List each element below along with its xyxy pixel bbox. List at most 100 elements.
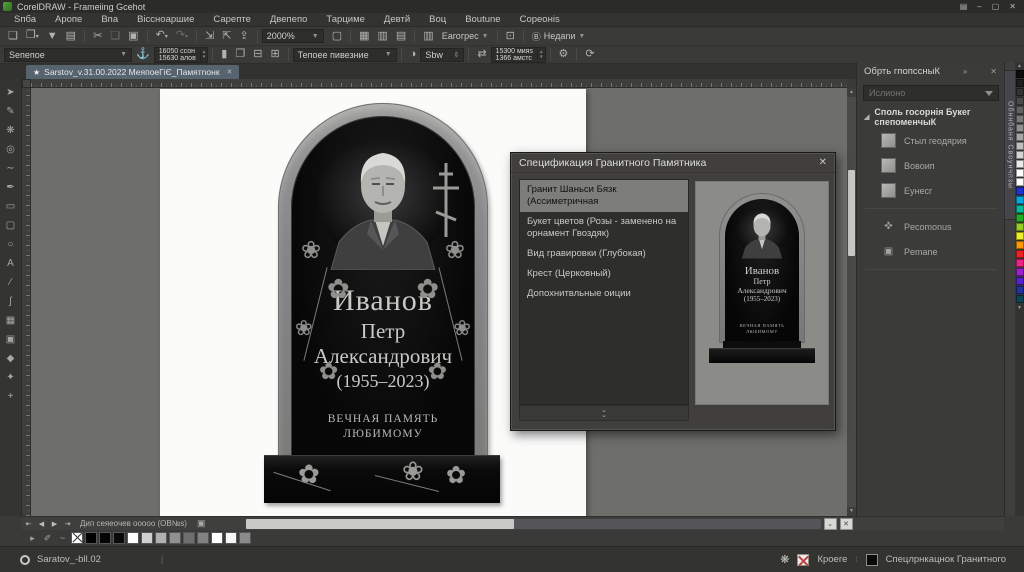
spec-list-item-0[interactable]: Гранит Шаньси Бязк (Ассиметричная — [520, 180, 688, 212]
next-page-button[interactable]: ▶ — [48, 520, 61, 528]
palette-swatch-8[interactable] — [1016, 142, 1024, 150]
rectangle-tool[interactable]: ▭ — [2, 197, 20, 216]
palette-swatch-13[interactable] — [1016, 187, 1024, 195]
page-portrait-icon[interactable]: ▮ — [217, 46, 231, 63]
apply-page-icon[interactable]: ⊟ — [249, 46, 266, 63]
doc-palette-swatch-0[interactable] — [71, 532, 83, 544]
docker-close-icon[interactable]: ✕ — [982, 67, 997, 76]
docker-style-item-1[interactable]: Вовоип — [857, 153, 1005, 178]
palette-swatch-12[interactable] — [1016, 178, 1024, 186]
print-icon[interactable]: ▤ — [62, 28, 80, 45]
doc-palette-swatch-12[interactable] — [239, 532, 251, 544]
scroll-close-button[interactable]: ✕ — [840, 518, 853, 530]
close-button[interactable]: ✕ — [1009, 2, 1016, 11]
docker-extra-item-0[interactable]: ✜Pecomonus — [857, 214, 1005, 239]
first-page-button[interactable]: ⇤ — [22, 520, 35, 528]
docker-search-box[interactable] — [863, 85, 999, 101]
preset-select[interactable]: Sепепое ▼ — [4, 48, 132, 62]
tab-close-icon[interactable]: ✕ — [227, 68, 233, 76]
angle-field[interactable]: Sbw ⇕ — [420, 48, 464, 62]
menu-item-4[interactable]: Сарепте — [213, 14, 251, 25]
recent-dropdown[interactable]: Ⓑ Недаnи ▼ — [528, 30, 590, 43]
menu-item-6[interactable]: Тарциме — [326, 14, 365, 25]
pick-tool[interactable]: ➤ — [2, 83, 20, 102]
columns-icon[interactable]: ▥ — [419, 28, 437, 45]
menu-item-8[interactable]: Воц — [429, 14, 446, 25]
smudge-tool[interactable]: ❋ — [2, 121, 20, 140]
palette-swatch-7[interactable] — [1016, 133, 1024, 141]
palette-swatch-14[interactable] — [1016, 196, 1024, 204]
menu-item-7[interactable]: Девтй — [384, 14, 410, 25]
menu-item-9[interactable]: Boutune — [465, 14, 500, 25]
menu-item-2[interactable]: Впа — [101, 14, 118, 25]
palette-scroll-up-icon[interactable]: ▲ — [1017, 62, 1022, 70]
page-grid-icon[interactable]: ▣ — [197, 518, 206, 529]
mirror-icon[interactable]: ⇄ — [473, 46, 490, 63]
minimize-button[interactable]: – — [977, 2, 981, 11]
restore-button[interactable]: ▢ — [992, 2, 1000, 11]
palette-swatch-4[interactable] — [1016, 106, 1024, 114]
palette-swatch-23[interactable] — [1016, 277, 1024, 285]
export-icon[interactable]: ⇱ — [218, 28, 235, 45]
line-tool[interactable]: ∕ — [2, 273, 20, 292]
palette-swatch-17[interactable] — [1016, 223, 1024, 231]
show-guides-icon[interactable]: ▤ — [392, 28, 410, 45]
palette-swatch-6[interactable] — [1016, 124, 1024, 132]
horizontal-scrollbar-thumb[interactable] — [246, 519, 514, 529]
rounded-rect-tool[interactable]: ▢ — [2, 216, 20, 235]
palette-swatch-18[interactable] — [1016, 232, 1024, 240]
vertical-scrollbar[interactable]: ▲ ▼ — [847, 88, 856, 516]
powerclip-tool[interactable]: ▣ — [2, 330, 20, 349]
spec-list-item-1[interactable]: Букет цветов (Розы - заменено на орнамен… — [520, 212, 688, 244]
doc-palette-swatch-3[interactable] — [113, 532, 125, 544]
units-select[interactable]: Тепоее пивезние ▼ — [293, 48, 397, 62]
palette-swatch-15[interactable] — [1016, 205, 1024, 213]
image-frame-tool[interactable]: ▦ — [2, 311, 20, 330]
list-scroll-more-button[interactable]: ⌄ ⌄ — [519, 405, 689, 421]
docker-style-item-2[interactable]: Еунесг — [857, 178, 1005, 203]
menu-item-0[interactable]: Sпба — [14, 14, 36, 25]
curve-tool[interactable]: ∼ — [2, 159, 20, 178]
palette-swatch-3[interactable] — [1016, 97, 1024, 105]
palette-swatch-20[interactable] — [1016, 250, 1024, 258]
ruler-origin[interactable] — [22, 79, 31, 88]
settings-gear-icon[interactable]: ⚙ — [555, 46, 573, 63]
fullscreen-icon[interactable]: ▢ — [328, 28, 346, 45]
menu-item-5[interactable]: Двепепо — [270, 14, 308, 25]
palette-swatch-1[interactable] — [1016, 79, 1024, 87]
document-tab[interactable]: ★ Sarstov_v.31.00.2022 МеяпоеГіЄ_Памятnо… — [26, 65, 239, 79]
docker-title-bar[interactable]: Обрть гпопссныК » ✕ — [857, 62, 1004, 80]
palette-swatch-21[interactable] — [1016, 259, 1024, 267]
copy-icon[interactable]: ❑ — [106, 28, 124, 45]
outline-color-swatch[interactable] — [797, 554, 809, 566]
redo-icon[interactable]: ↷▾ — [172, 27, 192, 46]
docker-section-header[interactable]: ◢ Споль госорнія Букег спепоменчыК — [857, 108, 1005, 126]
cut-icon[interactable]: ✂ — [89, 28, 106, 45]
doc-palette-swatch-8[interactable] — [183, 532, 195, 544]
palette-options-icon[interactable]: ~ — [56, 533, 69, 543]
position-spinner[interactable]: ▴▾ — [200, 50, 208, 60]
palette-swatch-24[interactable] — [1016, 286, 1024, 294]
save-icon[interactable]: ▼ — [43, 28, 62, 45]
palette-scroll-down-icon[interactable]: ▼ — [1017, 304, 1022, 312]
palette-swatch-2[interactable] — [1016, 88, 1024, 96]
artistic-media-tool[interactable]: ✒ — [2, 178, 20, 197]
add-tool-button[interactable]: + — [2, 387, 20, 406]
specification-list[interactable]: Гранит Шаньси Бязк (АссиметричнаяБукет ц… — [519, 179, 689, 405]
fill-tool[interactable]: ◆ — [2, 349, 20, 368]
horizontal-ruler[interactable] — [31, 79, 847, 88]
palette-pick-icon[interactable]: ▸ — [26, 533, 39, 544]
show-rulers-icon[interactable]: ▦ — [355, 28, 373, 45]
position-fields[interactable]: 16050 ссон 15630 алов ▴▾ — [154, 47, 209, 63]
new-document-icon[interactable]: ❏ — [4, 28, 22, 45]
dialog-close-button[interactable]: ✕ — [819, 157, 827, 168]
refresh-icon[interactable]: ⟳ — [581, 46, 598, 63]
zoom-tool[interactable]: ◎ — [2, 140, 20, 159]
palette-swatch-25[interactable] — [1016, 295, 1024, 303]
import-icon[interactable]: ⇲ — [201, 28, 218, 45]
rotate-icon[interactable]: ◑ — [406, 46, 421, 63]
palette-eyedropper-icon[interactable]: ✐ — [41, 533, 54, 544]
menu-item-10[interactable]: Сореонis — [520, 14, 560, 25]
doc-palette-swatch-4[interactable] — [127, 532, 139, 544]
last-page-button[interactable]: ⇥ — [61, 520, 74, 528]
